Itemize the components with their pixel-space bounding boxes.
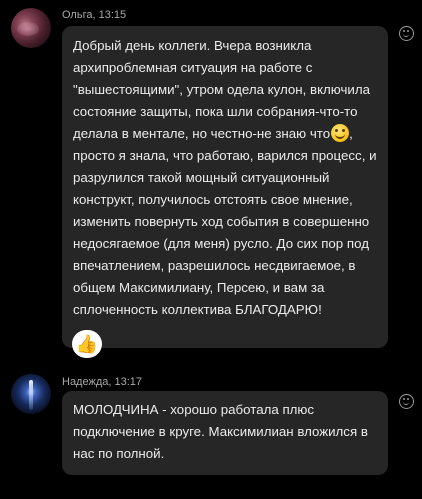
message-text-part-1: Добрый день коллеги. Вчера возникла архи… — [73, 38, 370, 141]
thumbs-up-icon: 👍 — [75, 334, 99, 354]
smile-emoji-icon — [331, 124, 350, 142]
add-reaction-smiley-icon[interactable] — [399, 26, 414, 41]
avatar-olga[interactable] — [11, 8, 51, 48]
message-text-olga: Добрый день коллеги. Вчера возникла архи… — [73, 35, 378, 321]
message-author-nadezhda: Надежда, 13:17 — [62, 376, 143, 388]
add-reaction-smiley-icon[interactable] — [399, 394, 414, 409]
message-bubble-olga: Добрый день коллеги. Вчера возникла архи… — [62, 26, 388, 348]
message-author-olga: Ольга, 13:15 — [62, 9, 127, 21]
message-text-part-2: , просто я знала, что работаю, варился п… — [73, 126, 377, 317]
message-text-nadezhda: МОЛОДЧИНА - хорошо работала плюс подключ… — [73, 402, 368, 461]
reaction-thumbs-up[interactable]: 👍 — [72, 330, 102, 358]
avatar-nadezhda[interactable] — [11, 374, 51, 414]
message-bubble-nadezhda: МОЛОДЧИНА - хорошо работала плюс подключ… — [62, 391, 388, 475]
